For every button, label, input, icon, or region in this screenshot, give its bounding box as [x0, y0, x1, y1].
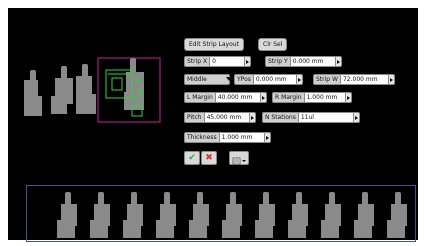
list-menu-icon — [232, 157, 246, 165]
ypos-input[interactable]: 0.000 mm — [253, 74, 297, 85]
preview-part-4 — [124, 58, 144, 110]
strip-w-input[interactable]: 72.000 mm — [340, 74, 389, 85]
ypos-field[interactable]: YPos 0.000 mm — [234, 74, 303, 85]
chevron-down-icon — [226, 77, 232, 81]
station-part — [90, 192, 110, 238]
strip-w-field[interactable]: Strip W 72.000 mm — [313, 74, 395, 85]
n-stations-field[interactable]: N Stations 11ul — [262, 112, 360, 123]
align-select-value[interactable]: Middle — [184, 74, 230, 85]
station-part — [189, 192, 209, 238]
thickness-input[interactable]: 1.000 mm — [219, 132, 265, 143]
l-margin-label: L Margin — [184, 92, 216, 103]
r-margin-input[interactable]: 1.000 mm — [304, 92, 346, 103]
viewport-panel: Edit Strip Layout Clr Sel Strip X 0 Stri… — [8, 8, 418, 242]
station-part — [57, 192, 77, 238]
cancel-button[interactable]: ✖ — [201, 151, 217, 165]
strip-y-input[interactable]: 0.000 mm — [290, 56, 336, 67]
edit-strip-layout-button[interactable]: Edit Strip Layout — [184, 38, 244, 51]
preview-part-2 — [51, 66, 73, 114]
strip-w-label: Strip W — [313, 74, 341, 85]
r-margin-label: R Margin — [272, 92, 305, 103]
strip-x-arrow[interactable] — [245, 56, 252, 67]
station-part — [288, 192, 308, 238]
l-margin-field[interactable]: L Margin 40.000 mm — [184, 92, 267, 103]
menu-button[interactable] — [229, 151, 249, 165]
strip-x-input[interactable]: 0 — [210, 56, 246, 67]
pitch-arrow[interactable] — [249, 112, 256, 123]
thickness-label: Thickness — [184, 132, 220, 143]
strip-w-arrow[interactable] — [388, 74, 395, 85]
strip-parts — [57, 192, 407, 238]
thickness-field[interactable]: Thickness 1.000 mm — [184, 132, 271, 143]
clear-selection-button[interactable]: Clr Sel — [258, 38, 288, 51]
preview-part-1 — [24, 70, 42, 116]
station-part — [354, 192, 374, 238]
station-part — [255, 192, 275, 238]
n-stations-label: N Stations — [262, 112, 299, 123]
strip-y-arrow[interactable] — [335, 56, 342, 67]
app-frame: Edit Strip Layout Clr Sel Strip X 0 Stri… — [0, 0, 424, 246]
pitch-input[interactable]: 45.000 mm — [204, 112, 250, 123]
strip-y-field[interactable]: Strip Y 0.000 mm — [265, 56, 342, 67]
station-part — [222, 192, 242, 238]
l-margin-input[interactable]: 40.000 mm — [215, 92, 261, 103]
strip-y-label: Strip Y — [265, 56, 291, 67]
station-part — [123, 192, 143, 238]
x-icon: ✖ — [205, 152, 213, 163]
n-stations-input[interactable]: 11ul — [298, 112, 354, 123]
station-part — [156, 192, 176, 238]
ypos-arrow[interactable] — [296, 74, 303, 85]
accept-button[interactable]: ✔ — [184, 151, 200, 165]
r-margin-field[interactable]: R Margin 1.000 mm — [272, 92, 352, 103]
n-stations-arrow[interactable] — [353, 112, 360, 123]
ypos-label: YPos — [234, 74, 254, 85]
pitch-field[interactable]: Pitch 45.000 mm — [184, 112, 256, 123]
strip-preview — [26, 185, 416, 242]
preview-area — [24, 57, 161, 123]
align-select[interactable]: Middle — [184, 74, 232, 85]
preview-part-3 — [76, 64, 96, 114]
check-icon: ✔ — [188, 152, 196, 163]
thickness-arrow[interactable] — [264, 132, 271, 143]
station-part — [321, 192, 341, 238]
pitch-label: Pitch — [184, 112, 205, 123]
l-margin-arrow[interactable] — [260, 92, 267, 103]
strip-x-label: Strip X — [184, 56, 211, 67]
r-margin-arrow[interactable] — [345, 92, 352, 103]
strip-x-field[interactable]: Strip X 0 — [184, 56, 252, 67]
station-part — [387, 192, 407, 238]
